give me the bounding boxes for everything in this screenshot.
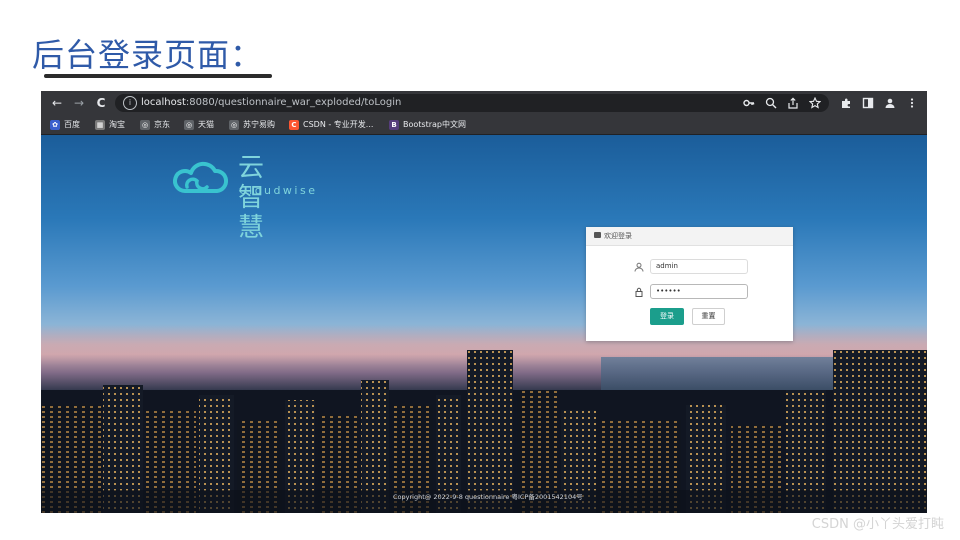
url-host: localhost (141, 97, 186, 108)
globe-icon: ◎ (140, 119, 150, 130)
zoom-icon[interactable] (763, 95, 779, 111)
city-skyline-background (41, 350, 927, 513)
login-panel-title: 欢迎登录 (604, 232, 632, 240)
back-button[interactable]: ← (49, 95, 65, 111)
address-bar[interactable]: i localhost:8080/questionnaire_war_explo… (115, 94, 829, 112)
menu-icon[interactable] (904, 95, 920, 111)
bookmark-label: 京东 (154, 120, 170, 129)
bookmark-taobao[interactable]: ▦ 淘宝 (95, 117, 125, 132)
site-info-icon[interactable]: i (123, 96, 137, 110)
source-watermark: CSDN @小丫头爱打盹 (811, 517, 944, 532)
forward-button[interactable]: → (71, 95, 87, 111)
page-viewport: 云智慧 Cloudwise 欢迎登录 admin •••••• 登录 重置 Co… (41, 135, 927, 513)
browser-screenshot: ← → C i localhost:8080/questionnaire_war… (41, 91, 927, 513)
title-underline (44, 74, 272, 78)
bookmark-jd[interactable]: ◎ 京东 (140, 117, 170, 132)
bookmark-baidu[interactable]: ✿ 百度 (50, 117, 80, 132)
key-icon[interactable] (741, 95, 757, 111)
comment-icon (594, 232, 601, 238)
login-panel-header: 欢迎登录 (586, 227, 793, 246)
sidebar-icon[interactable] (860, 95, 876, 111)
csdn-icon: C (289, 119, 299, 130)
username-input[interactable]: admin (650, 259, 748, 274)
globe-icon: ◎ (229, 119, 239, 130)
url-text[interactable]: localhost:8080/questionnaire_war_explode… (141, 96, 401, 110)
logo-chinese-text: 云智慧 (238, 153, 267, 243)
bookmark-tmall[interactable]: ◎ 天猫 (184, 117, 214, 132)
reset-button[interactable]: 重置 (692, 308, 725, 325)
slide-title: 后台登录页面： (32, 36, 264, 74)
bootstrap-icon: B (389, 119, 399, 130)
star-icon[interactable] (807, 95, 823, 111)
profile-icon[interactable] (882, 95, 898, 111)
baidu-icon: ✿ (50, 119, 60, 130)
bookmark-label: 天猫 (198, 120, 214, 129)
globe-icon: ◎ (184, 119, 194, 130)
reload-button[interactable]: C (93, 95, 109, 111)
taobao-icon: ▦ (95, 119, 105, 130)
bookmark-label: 百度 (64, 120, 80, 129)
bookmark-label: 淘宝 (109, 120, 125, 129)
url-path: :8080/questionnaire_war_exploded/toLogin (185, 97, 402, 108)
bookmark-label: Bootstrap中文网 (403, 120, 466, 129)
bookmark-bootstrap[interactable]: B Bootstrap中文网 (389, 117, 466, 132)
login-button[interactable]: 登录 (650, 308, 684, 325)
password-input[interactable]: •••••• (650, 284, 748, 299)
bookmarks-bar: ✿ 百度 ▦ 淘宝 ◎ 京东 ◎ 天猫 ◎ 苏宁易购 C CSDN - 专业开发... BB… (41, 115, 927, 135)
bookmark-csdn[interactable]: C CSDN - 专业开发... (289, 117, 373, 132)
logo-english-text: Cloudwise (239, 184, 318, 197)
bookmark-suning[interactable]: ◎ 苏宁易购 (229, 117, 275, 132)
lock-icon (634, 287, 644, 297)
browser-toolbar: ← → C i localhost:8080/questionnaire_war… (41, 91, 927, 115)
cloud-logo-icon (173, 161, 228, 193)
extensions-icon[interactable] (838, 95, 854, 111)
login-panel: 欢迎登录 admin •••••• 登录 重置 (586, 227, 793, 341)
bookmark-label: 苏宁易购 (243, 120, 275, 129)
bookmark-label: CSDN - 专业开发... (303, 120, 374, 129)
copyright-text: Copyright@ 2022-9-8 questionnaire 粤ICP备2… (393, 493, 583, 501)
share-icon[interactable] (785, 95, 801, 111)
user-icon (634, 262, 644, 272)
